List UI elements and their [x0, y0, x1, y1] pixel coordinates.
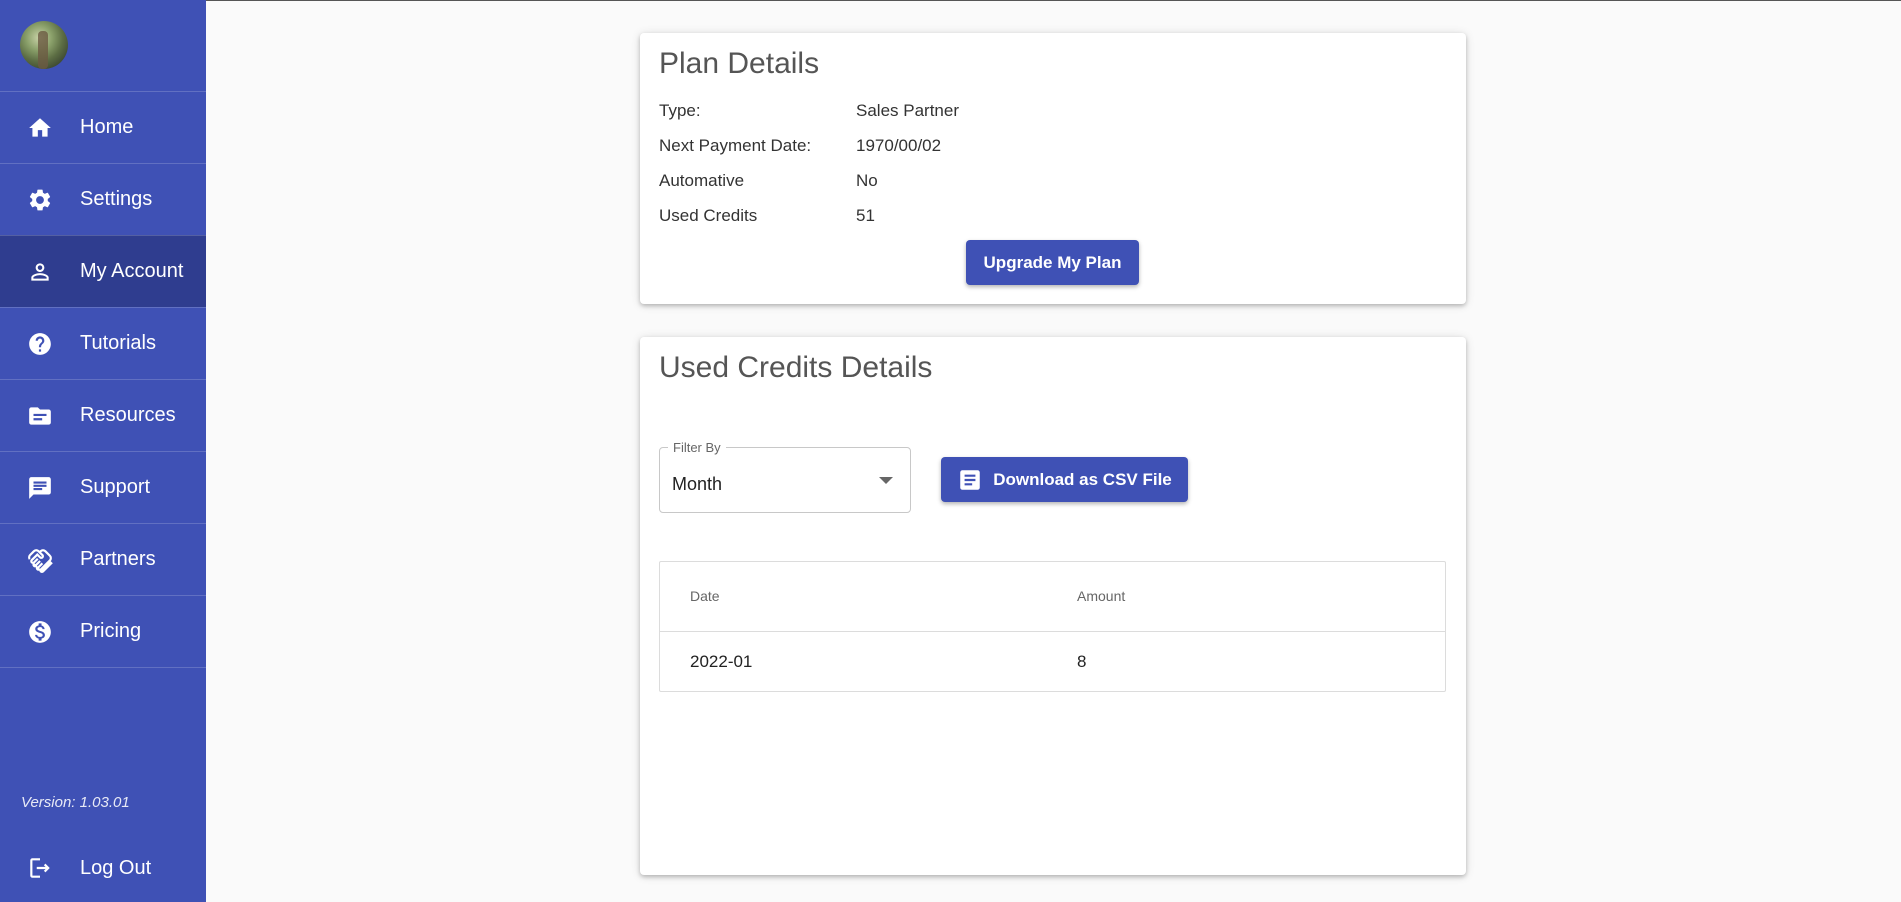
download-csv-label: Download as CSV File: [993, 469, 1172, 489]
table-cell-date: 2022-01: [690, 652, 753, 671]
plan-row-value: Sales Partner: [856, 101, 959, 120]
dropdown-arrow-icon: [879, 477, 893, 484]
plan-row-value: 1970/00/02: [856, 136, 942, 155]
plan-row-key: Next Payment Date:: [659, 136, 812, 155]
plan-row-key: Used Credits: [659, 206, 758, 225]
handshake-icon: [26, 546, 54, 574]
sidebar-item-label: Resources: [80, 404, 176, 426]
gear-icon: [26, 186, 54, 214]
sidebar-item-label: Home: [80, 116, 134, 138]
person-icon: [26, 258, 54, 286]
table-header: Date Amount: [660, 562, 1445, 632]
plan-row-value: No: [856, 171, 878, 190]
sidebar-item-tutorials[interactable]: Tutorials: [0, 307, 206, 379]
avatar[interactable]: [20, 21, 68, 69]
folder-icon: [26, 402, 54, 430]
sidebar: Home Settings My Account Tutorials Resou…: [0, 0, 206, 902]
filter-select[interactable]: Filter By Month: [659, 440, 911, 513]
sidebar-item-my-account[interactable]: My Account: [0, 235, 206, 307]
sidebar-item-support[interactable]: Support: [0, 451, 206, 523]
home-icon: [26, 114, 54, 142]
sidebar-item-resources[interactable]: Resources: [0, 379, 206, 451]
logout-icon: [26, 854, 54, 882]
download-csv-button[interactable]: Download as CSV File: [941, 457, 1188, 502]
sidebar-item-settings[interactable]: Settings: [0, 163, 206, 235]
sidebar-item-label: My Account: [80, 260, 184, 282]
help-icon: [26, 330, 54, 358]
sidebar-item-pricing[interactable]: Pricing: [0, 595, 206, 668]
column-header-amount[interactable]: Amount: [1077, 588, 1125, 604]
used-credits-title: Used Credits Details: [659, 351, 933, 384]
sidebar-item-label: Partners: [80, 548, 156, 570]
logout-button[interactable]: Log Out: [0, 840, 206, 896]
sidebar-item-label: Pricing: [80, 620, 142, 642]
sidebar-item-label: Support: [80, 476, 151, 498]
plan-row-key: Automative: [659, 171, 745, 190]
version-text: Version: 1.03.01: [21, 794, 130, 811]
table-row: 2022-01 8: [660, 632, 1445, 691]
filter-label: Filter By: [668, 440, 726, 455]
logout-label: Log Out: [80, 856, 152, 879]
column-header-date[interactable]: Date: [690, 588, 720, 604]
sidebar-item-label: Tutorials: [80, 332, 156, 354]
plan-details-card: Plan Details Type: Sales Partner Next Pa…: [640, 33, 1466, 304]
plan-row-key: Type:: [659, 101, 701, 120]
document-icon: [960, 469, 980, 490]
sidebar-nav: Home Settings My Account Tutorials Resou…: [0, 91, 206, 668]
sidebar-item-label: Settings: [80, 188, 153, 210]
table-cell-amount: 8: [1077, 652, 1087, 671]
upgrade-plan-button[interactable]: Upgrade My Plan: [966, 240, 1139, 285]
sidebar-item-partners[interactable]: Partners: [0, 523, 206, 595]
sidebar-item-home[interactable]: Home: [0, 91, 206, 163]
used-credits-card: Used Credits Details Filter By Month Dow…: [640, 337, 1466, 875]
chat-icon: [26, 474, 54, 502]
credits-table: Date Amount 2022-01 8: [659, 561, 1446, 692]
dollar-icon: [26, 618, 54, 646]
top-border: [0, 0, 1901, 1]
plan-details-title: Plan Details: [659, 47, 820, 80]
filter-value: Month: [672, 474, 723, 494]
plan-row-value: 51: [856, 206, 875, 225]
